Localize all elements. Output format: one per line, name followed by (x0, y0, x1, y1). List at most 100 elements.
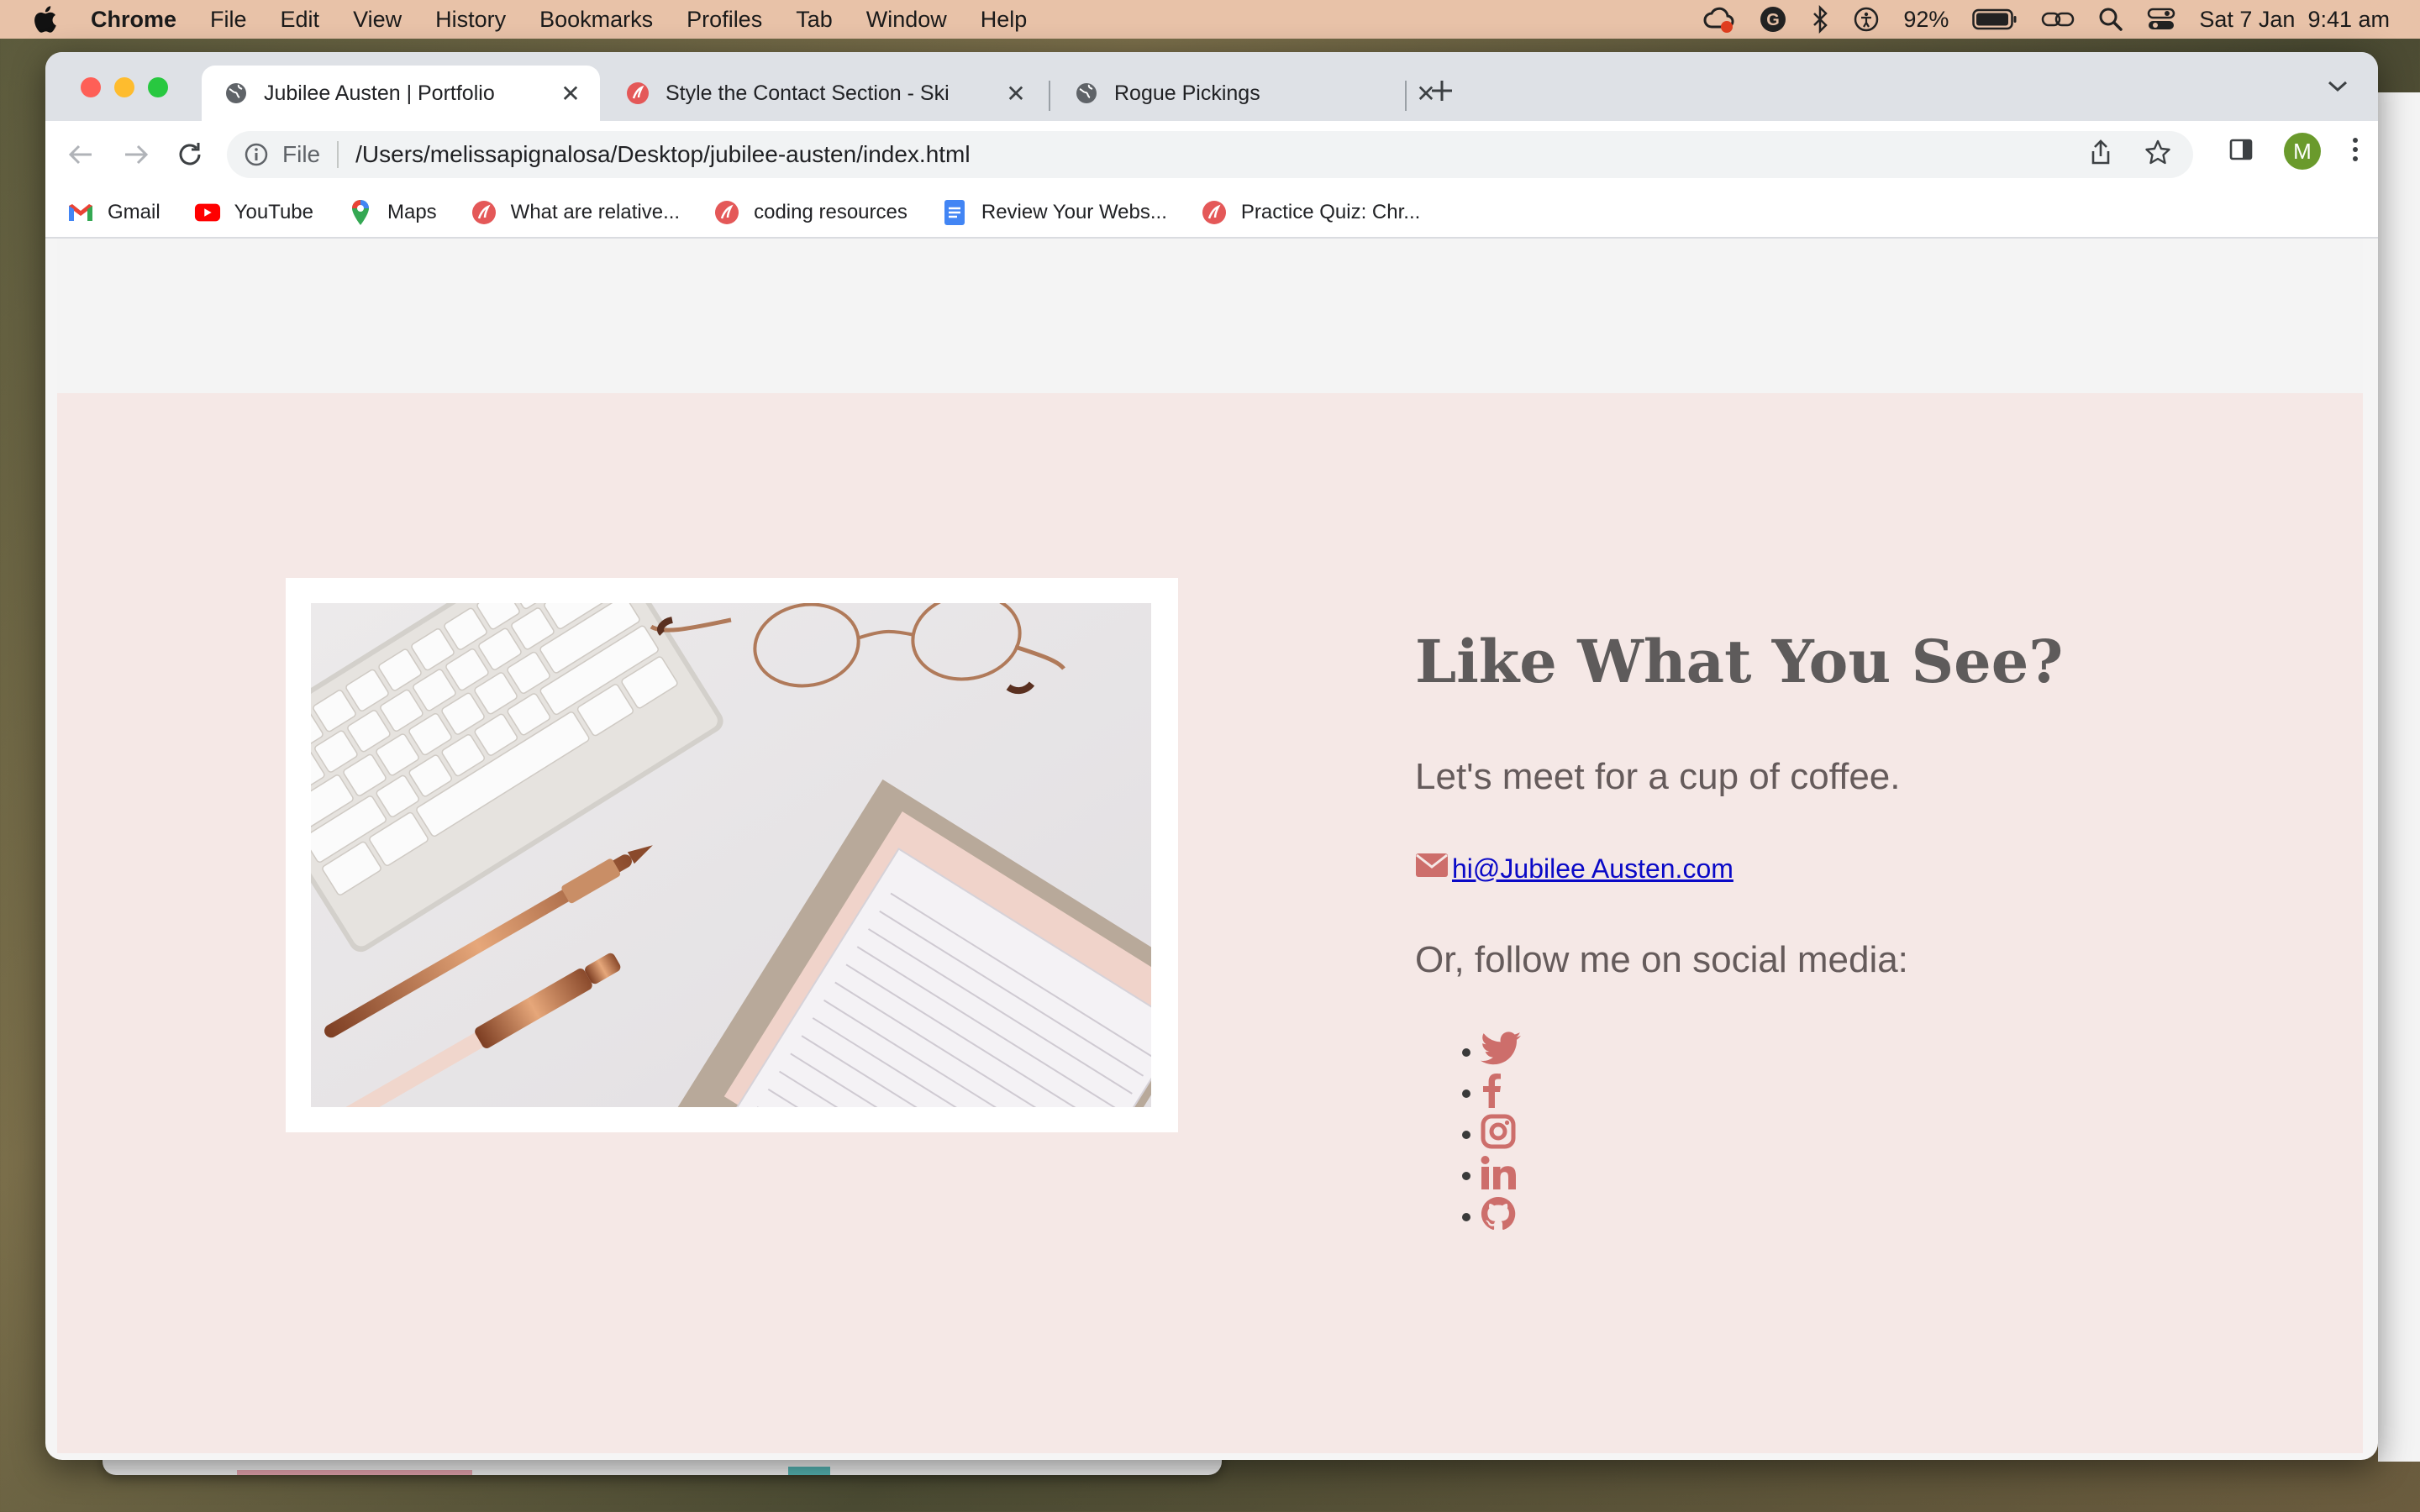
url-text[interactable]: /Users/melissapignalosa/Desktop/jubilee-… (355, 141, 970, 168)
menu-window[interactable]: Window (866, 7, 947, 33)
menu-help[interactable]: Help (981, 7, 1028, 33)
battery-percent: 92% (1903, 6, 1949, 32)
social-list-item (1415, 1028, 1523, 1069)
contact-image-frame (286, 578, 1178, 1132)
tab-close-icon[interactable]: ✕ (1003, 80, 1028, 108)
contact-section: Like What You See? Let's meet for a cup … (57, 393, 2363, 1453)
social-list-item (1415, 1110, 1523, 1152)
bookmark-star-icon[interactable] (2144, 139, 2171, 171)
bookmarks-bar: Gmail YouTube Maps What are relative... … (45, 188, 2378, 239)
site-info-icon[interactable] (244, 142, 272, 167)
globe-icon (1074, 81, 1099, 106)
tab-close-icon[interactable]: ✕ (558, 80, 583, 108)
back-arrow-icon[interactable] (62, 136, 99, 173)
social-list-item (1415, 1193, 1523, 1234)
menu-view[interactable]: View (353, 7, 402, 33)
spotlight-search-icon[interactable] (2098, 7, 2123, 32)
tab-title: Rogue Pickings (1114, 81, 1260, 105)
profile-avatar[interactable]: M (2284, 133, 2321, 170)
minimize-window-button[interactable] (114, 77, 134, 97)
control-center-icon[interactable] (2147, 7, 2175, 32)
apple-icon[interactable] (32, 5, 66, 34)
contact-heading: Like What You See? (1415, 627, 2064, 696)
youtube-icon (194, 199, 221, 226)
link-icon[interactable] (2041, 7, 2075, 32)
bookmark-maps[interactable]: Maps (347, 199, 437, 226)
bookmark-relative[interactable]: What are relative... (471, 199, 680, 226)
forward-arrow-icon[interactable] (118, 136, 155, 173)
skillcrush-icon (713, 199, 740, 226)
browser-toolbar: File /Users/melissapignalosa/Desktop/jub… (45, 121, 2378, 188)
bookmark-youtube[interactable]: YouTube (194, 199, 313, 226)
bookmark-gmail[interactable]: Gmail (67, 199, 160, 226)
github-icon[interactable] (1481, 1196, 1516, 1231)
accessibility-icon[interactable] (1853, 6, 1880, 33)
bookmark-label: coding resources (754, 201, 908, 223)
close-window-button[interactable] (81, 77, 101, 97)
bookmark-label: Maps (387, 201, 437, 223)
envelope-icon (1415, 852, 1449, 885)
social-links-list (1415, 1028, 1523, 1234)
twitter-icon[interactable] (1481, 1031, 1523, 1067)
menu-edit[interactable]: Edit (281, 7, 320, 33)
side-panel-icon[interactable] (2228, 137, 2254, 166)
docs-icon (941, 199, 968, 226)
skillcrush-icon (1201, 199, 1228, 226)
share-icon[interactable] (2089, 139, 2112, 171)
svg-text:G: G (1767, 11, 1781, 29)
more-menu-icon[interactable] (2351, 136, 2360, 167)
reload-icon[interactable] (171, 136, 208, 173)
bluetooth-icon[interactable] (1811, 5, 1829, 34)
linkedin-icon[interactable] (1481, 1155, 1516, 1189)
social-list-item (1415, 1152, 1523, 1193)
tab-strip: Jubilee Austen | Portfolio ✕ Style the C… (45, 52, 2378, 121)
tab-search-chevron-icon[interactable] (2326, 77, 2349, 98)
bookmark-label: Review Your Webs... (981, 201, 1167, 223)
window-controls (81, 77, 168, 97)
email-row: hi@Jubilee Austen.com (1415, 852, 1733, 885)
skillcrush-icon (625, 81, 650, 106)
bookmark-label: Practice Quiz: Chr... (1240, 201, 1421, 223)
bookmark-review[interactable]: Review Your Webs... (941, 199, 1167, 226)
chrome-window: Jubilee Austen | Portfolio ✕ Style the C… (45, 52, 2378, 1460)
tab-jubilee-portfolio[interactable]: Jubilee Austen | Portfolio ✕ (202, 66, 600, 121)
new-tab-button[interactable] (1428, 72, 1455, 113)
page-viewport[interactable]: Like What You See? Let's meet for a cup … (57, 239, 2363, 1453)
instagram-icon[interactable] (1481, 1114, 1516, 1149)
bookmark-label: YouTube (234, 201, 313, 223)
desk-flatlay-photo (311, 603, 1151, 1107)
creative-cloud-icon[interactable] (1702, 5, 1735, 34)
address-bar[interactable]: File /Users/melissapignalosa/Desktop/jub… (227, 131, 2193, 178)
facebook-icon[interactable] (1481, 1073, 1502, 1108)
maps-icon (347, 199, 374, 226)
macos-menubar: Chrome File Edit View History Bookmarks … (0, 0, 2420, 39)
social-follow-text: Or, follow me on social media: (1415, 939, 1908, 980)
globe-icon (224, 81, 249, 106)
email-link[interactable]: hi@Jubilee Austen.com (1452, 853, 1733, 885)
menu-tab[interactable]: Tab (796, 7, 833, 33)
contact-subheading: Let's meet for a cup of coffee. (1415, 756, 1901, 797)
url-divider (337, 141, 339, 168)
background-window-accent-teal (788, 1467, 830, 1475)
tab-title: Jubilee Austen | Portfolio (264, 81, 495, 105)
tab-title: Style the Contact Section - Ski (666, 81, 950, 105)
grammarly-icon[interactable]: G (1759, 5, 1787, 34)
zoom-window-button[interactable] (148, 77, 168, 97)
background-window-right (2378, 92, 2420, 1462)
menu-bookmarks[interactable]: Bookmarks (539, 7, 653, 33)
tab-style-contact-section[interactable]: Style the Contact Section - Ski ✕ (603, 66, 1045, 121)
menu-app-name[interactable]: Chrome (91, 7, 176, 33)
battery-icon[interactable] (1972, 8, 2018, 30)
tab-rogue-pickings[interactable]: Rogue Pickings ✕ (1052, 66, 1455, 121)
url-scheme-label: File (282, 141, 321, 167)
tab-separator (1049, 81, 1050, 111)
previous-section-bottom (57, 239, 2363, 393)
menu-profiles[interactable]: Profiles (687, 7, 762, 33)
bookmark-coding-resources[interactable]: coding resources (713, 199, 908, 226)
bookmark-label: What are relative... (510, 201, 681, 223)
menu-file[interactable]: File (210, 7, 247, 33)
menu-history[interactable]: History (435, 7, 506, 33)
background-window-accent (237, 1470, 472, 1475)
bookmark-practice-quiz[interactable]: Practice Quiz: Chr... (1201, 199, 1420, 226)
menubar-datetime[interactable]: Sat 7 Jan 9:41 am (2199, 7, 2390, 33)
